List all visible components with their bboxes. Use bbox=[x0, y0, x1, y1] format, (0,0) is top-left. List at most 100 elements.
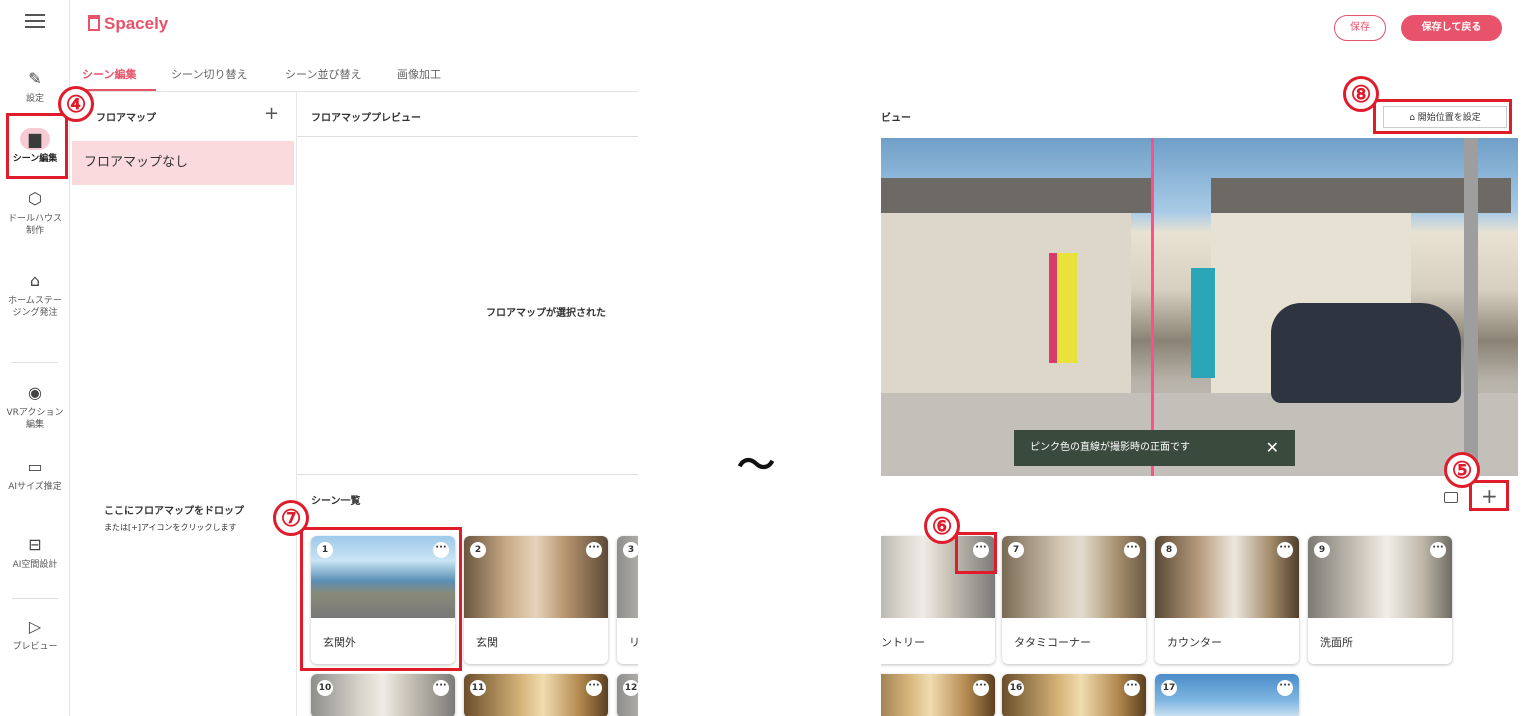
tab-image-processing[interactable]: 画像加工 bbox=[397, 66, 441, 82]
rail-item-label: プレビュー bbox=[12, 642, 58, 652]
floormap-preview-message: フロアマップが選択された bbox=[486, 308, 606, 319]
annotation-box-7 bbox=[300, 527, 462, 671]
scene-name: ントリー bbox=[881, 636, 925, 649]
hamburger-menu-icon[interactable] bbox=[25, 14, 45, 30]
rail-item-vr-action[interactable]: ◉ VRアクション編集 bbox=[0, 382, 70, 431]
more-options-icon[interactable]: ··· bbox=[973, 680, 989, 696]
drop-hint-subtext: または[+]アイコンをクリックします bbox=[104, 523, 237, 532]
rail-item-label: ドールハウス制作 bbox=[7, 214, 62, 236]
save-and-back-button[interactable]: 保存して戻る bbox=[1401, 15, 1502, 41]
scene-number: 10 bbox=[317, 680, 333, 696]
front-direction-line[interactable] bbox=[1151, 138, 1154, 476]
cube-icon: ⬡ bbox=[28, 189, 42, 208]
scene-thumbnail bbox=[464, 674, 608, 716]
scene-name: リ bbox=[629, 636, 638, 649]
rail-item-dollhouse[interactable]: ⬡ ドールハウス制作 bbox=[0, 188, 70, 237]
screen: ✎ 設定 ▆ シーン編集 ⬡ ドールハウス制作 ⌂ ホームステージング発注 ◉ … bbox=[0, 0, 1523, 716]
scene-name: カウンター bbox=[1167, 636, 1222, 649]
drop-hint-text: ここにフロアマップをドロップ bbox=[104, 506, 244, 517]
rail-item-home-staging[interactable]: ⌂ ホームステージング発注 bbox=[0, 270, 70, 319]
annotation-box-4 bbox=[6, 113, 68, 179]
scene-name: タタミコーナー bbox=[1014, 636, 1091, 649]
scene-card[interactable]: 16 ··· bbox=[1002, 674, 1146, 716]
app-name: Spacely bbox=[104, 14, 169, 33]
scene-card[interactable]: 8 ··· カウンター bbox=[1155, 536, 1299, 664]
more-options-icon[interactable]: ··· bbox=[1430, 542, 1446, 558]
scene-number: 7 bbox=[1008, 542, 1024, 558]
floormap-preview-title: フロアマッププレビュー bbox=[311, 113, 421, 124]
floormap-drop-zone[interactable]: ここにフロアマップをドロップ または[+]アイコンをクリックします bbox=[104, 504, 244, 536]
annotation-badge-4: ④ bbox=[58, 86, 94, 122]
panorama-preview[interactable] bbox=[881, 138, 1518, 476]
scene-number: 11 bbox=[470, 680, 486, 696]
scene-preview-title: ビュー bbox=[881, 113, 911, 124]
rail-divider bbox=[12, 362, 58, 363]
rail-item-label: AI空間設計 bbox=[12, 560, 58, 570]
scene-card[interactable]: 2 ··· 玄関 bbox=[464, 536, 608, 664]
scene-card[interactable]: 17 ··· bbox=[1155, 674, 1299, 716]
house-wall bbox=[881, 213, 1131, 393]
banner-flag bbox=[1049, 253, 1077, 363]
scene-card[interactable]: 11 ··· bbox=[464, 674, 608, 716]
scene-number: 3 bbox=[623, 542, 638, 558]
annotation-box-5 bbox=[1469, 480, 1509, 511]
tab-scene-order[interactable]: シーン並び替え bbox=[285, 66, 361, 82]
more-options-icon[interactable]: ··· bbox=[586, 542, 602, 558]
tab-scene-edit[interactable]: シーン編集 bbox=[82, 66, 136, 82]
staging-icon: ⌂ bbox=[29, 271, 41, 290]
more-options-icon[interactable]: ··· bbox=[1277, 680, 1293, 696]
floormap-item-none[interactable]: フロアマップなし bbox=[72, 141, 294, 185]
scene-number: 8 bbox=[1161, 542, 1177, 558]
tab-divider bbox=[70, 91, 638, 92]
annotation-box-8 bbox=[1373, 99, 1512, 134]
app-logo[interactable]: Spacely bbox=[88, 14, 168, 34]
rail-divider bbox=[12, 598, 58, 599]
rail-item-ai-size[interactable]: ▭ AIサイズ推定 bbox=[0, 456, 70, 493]
save-button[interactable]: 保存 bbox=[1334, 15, 1386, 41]
rail-item-label: ホームステージング発注 bbox=[8, 296, 62, 318]
logo-mark-icon bbox=[88, 15, 100, 31]
rail-item-preview[interactable]: ▷ プレビュー bbox=[0, 616, 70, 653]
rail-item-label: VRアクション編集 bbox=[6, 408, 64, 430]
scene-thumbnail bbox=[1155, 674, 1299, 716]
tab-scene-switch[interactable]: シーン切り替え bbox=[171, 66, 247, 82]
sofa-icon: ⊟ bbox=[28, 535, 42, 554]
house-roof bbox=[881, 178, 1151, 213]
scene-number: 9 bbox=[1314, 542, 1330, 558]
more-options-icon[interactable]: ··· bbox=[586, 680, 602, 696]
annotation-box-6 bbox=[955, 532, 997, 574]
gallery-icon[interactable] bbox=[1444, 492, 1458, 503]
pencil-icon: ✎ bbox=[28, 69, 42, 88]
scene-number: 12 bbox=[623, 680, 638, 696]
rail-item-label: AIサイズ推定 bbox=[8, 482, 62, 492]
scene-card[interactable]: 7 ··· タタミコーナー bbox=[1002, 536, 1146, 664]
more-options-icon[interactable]: ··· bbox=[1124, 542, 1140, 558]
car bbox=[1271, 303, 1461, 403]
add-floormap-icon[interactable]: + bbox=[264, 103, 279, 124]
close-icon[interactable]: ✕ bbox=[1266, 430, 1279, 466]
scene-list-divider bbox=[297, 474, 638, 475]
scene-card[interactable]: ··· bbox=[881, 674, 995, 716]
scene-thumbnail bbox=[311, 674, 455, 716]
scene-name: 洗面所 bbox=[1320, 636, 1353, 649]
scene-number: 16 bbox=[1008, 680, 1024, 696]
annotation-badge-5: ⑤ bbox=[1444, 452, 1480, 488]
ruler-icon: ▭ bbox=[27, 457, 43, 476]
more-options-icon[interactable]: ··· bbox=[1277, 542, 1293, 558]
more-options-icon[interactable]: ··· bbox=[1124, 680, 1140, 696]
toast-text: ピンク色の直線が撮影時の正面です bbox=[1030, 442, 1190, 453]
preview-divider bbox=[297, 136, 638, 137]
banner-flag bbox=[1191, 268, 1215, 378]
scene-thumbnail bbox=[1002, 674, 1146, 716]
info-toast: ピンク色の直線が撮影時の正面です ✕ bbox=[1014, 430, 1295, 466]
scene-card[interactable]: 10 ··· bbox=[311, 674, 455, 716]
play-icon: ▷ bbox=[28, 617, 42, 636]
utility-pole bbox=[1464, 138, 1478, 476]
rail-item-ai-space[interactable]: ⊟ AI空間設計 bbox=[0, 534, 70, 571]
scene-card[interactable]: 12 bbox=[617, 674, 638, 716]
scene-card[interactable]: 9 ··· 洗面所 bbox=[1308, 536, 1452, 664]
more-options-icon[interactable]: ··· bbox=[433, 680, 449, 696]
annotation-badge-8: ⑧ bbox=[1343, 76, 1379, 112]
annotation-badge-6: ⑥ bbox=[924, 508, 960, 544]
scene-card[interactable]: 3 リ bbox=[617, 536, 638, 664]
